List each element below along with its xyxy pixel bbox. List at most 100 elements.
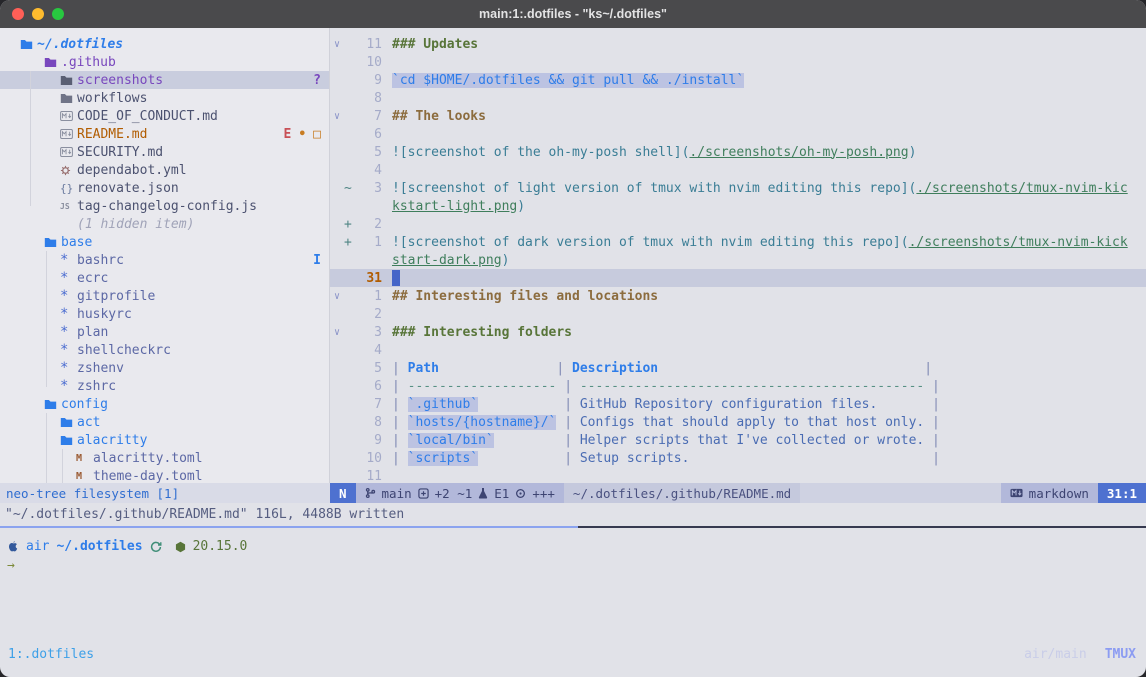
- editor-pane[interactable]: ∨11### Updates109`cd $HOME/.dotfiles && …: [330, 28, 1146, 483]
- tree-item-readme-md[interactable]: README.mdE•□: [0, 125, 329, 143]
- editor-line[interactable]: ∨7## The looks: [330, 107, 1146, 125]
- tree-item-config[interactable]: config: [0, 395, 329, 413]
- diff-icon: [418, 488, 429, 499]
- editor-line[interactable]: 7| `.github` | GitHub Repository configu…: [330, 395, 1146, 413]
- editor-line[interactable]: 10| `scripts` | Setup scripts. |: [330, 449, 1146, 467]
- text-segment-dash: ----------------------------------------…: [580, 379, 924, 394]
- star-icon: *: [60, 270, 77, 286]
- tmux-window-tab[interactable]: 1:.dotfiles: [8, 647, 94, 662]
- line-text: | ------------------- | ----------------…: [392, 379, 940, 394]
- editor-line[interactable]: 4: [330, 161, 1146, 179]
- editor-line-current[interactable]: 31: [330, 269, 1146, 287]
- editor-line[interactable]: 9| `local/bin` | Helper scripts that I'v…: [330, 431, 1146, 449]
- tree-item-renovate-json[interactable]: {}renovate.json: [0, 179, 329, 197]
- neo-tree-sidebar[interactable]: ~/.dotfiles.githubscreenshots?workflowsC…: [0, 28, 330, 483]
- tree-item-label: gitprofile: [77, 289, 155, 304]
- line-text: ### Updates: [392, 37, 478, 52]
- editor-line[interactable]: 6| ------------------- | ---------------…: [330, 377, 1146, 395]
- folder-icon: [44, 237, 61, 248]
- git-sign: ~: [344, 181, 356, 196]
- tree-item-zshrc[interactable]: *zshrc: [0, 377, 329, 395]
- text-segment-pipe: |: [924, 433, 940, 448]
- editor-line[interactable]: 2: [330, 305, 1146, 323]
- refresh-icon: [150, 541, 162, 553]
- tree-item-shellcheckrc[interactable]: *shellcheckrc: [0, 341, 329, 359]
- line-text: ## The looks: [392, 109, 486, 124]
- tree-item-label: plan: [77, 325, 108, 340]
- text-segment-pipe: |: [556, 379, 579, 394]
- tree-item-dependabot-yml[interactable]: dependabot.yml: [0, 161, 329, 179]
- tree-item-act[interactable]: act: [0, 413, 329, 431]
- file-tree: ~/.dotfiles.githubscreenshots?workflowsC…: [0, 35, 329, 483]
- text-segment-cyan: ![screenshot of dark version of tmux wit…: [392, 235, 909, 250]
- editor-line[interactable]: 4: [330, 341, 1146, 359]
- node-version: 20.15.0: [193, 539, 248, 554]
- editor-line[interactable]: 6: [330, 125, 1146, 143]
- line-number: 6: [356, 127, 382, 142]
- editor-line[interactable]: 9`cd $HOME/.dotfiles && git pull && ./in…: [330, 71, 1146, 89]
- text-segment-codecell: `scripts`: [408, 451, 478, 466]
- git-status-badges: I: [313, 253, 329, 268]
- editor-line[interactable]: 5| Path | Description |: [330, 359, 1146, 377]
- folder-icon: [44, 57, 61, 68]
- editor-line[interactable]: 11: [330, 467, 1146, 483]
- text-segment-codecell: `hosts/{hostname}/`: [408, 415, 557, 430]
- shell-pane[interactable]: air ~/.dotfiles 20.15.0 →: [0, 528, 1146, 643]
- editor-line[interactable]: ∨1## Interesting files and locations: [330, 287, 1146, 305]
- editor-line[interactable]: start-dark.png): [330, 251, 1146, 269]
- editor-line[interactable]: ∨11### Updates: [330, 35, 1146, 53]
- tree-item-alacritty-toml[interactable]: Malacritty.toml: [0, 449, 329, 467]
- tree-item-huskyrc[interactable]: *huskyrc: [0, 305, 329, 323]
- editor-line[interactable]: +2: [330, 215, 1146, 233]
- text-segment-cell: Setup scripts.: [580, 451, 690, 466]
- text-segment-pipe: |: [392, 361, 408, 376]
- editor-line[interactable]: 8| `hosts/{hostname}/` | Configs that sh…: [330, 413, 1146, 431]
- tree-item-theme-day-toml[interactable]: Mtheme-day.toml: [0, 467, 329, 483]
- tree-item-security-md[interactable]: SECURITY.md: [0, 143, 329, 161]
- tree-item--1-hidden-item-[interactable]: (1 hidden item): [0, 215, 329, 233]
- text-segment-cyan: ![screenshot of light version of tmux wi…: [392, 181, 916, 196]
- status-badge: E: [284, 127, 292, 142]
- tree-item-label: config: [61, 397, 108, 412]
- tree-item-zshenv[interactable]: *zshenv: [0, 359, 329, 377]
- tree-item-plan[interactable]: *plan: [0, 323, 329, 341]
- tree-guide: [46, 413, 47, 483]
- git-segment: main +2 ~1 E1 +++: [356, 483, 564, 503]
- text-segment-plain: [877, 397, 924, 412]
- tree-item-workflows[interactable]: workflows: [0, 89, 329, 107]
- git-sign: +: [344, 217, 356, 232]
- editor-line[interactable]: +1![screenshot of dark version of tmux w…: [330, 233, 1146, 251]
- editor-line[interactable]: 5![screenshot of the oh-my-posh shell](.…: [330, 143, 1146, 161]
- filename-segment: ~/.dotfiles/.github/README.md: [564, 483, 800, 503]
- line-number: 7: [356, 397, 382, 412]
- tree-item-gitprofile[interactable]: *gitprofile: [0, 287, 329, 305]
- editor-line[interactable]: ~3![screenshot of light version of tmux …: [330, 179, 1146, 197]
- tree-item-base[interactable]: base: [0, 233, 329, 251]
- tree-item-code-of-conduct-md[interactable]: CODE_OF_CONDUCT.md: [0, 107, 329, 125]
- star-icon: *: [60, 252, 77, 268]
- folder-icon: [20, 39, 37, 50]
- tree-item-screenshots[interactable]: screenshots?: [0, 71, 329, 89]
- tree-item--github[interactable]: .github: [0, 53, 329, 71]
- tree-item-alacritty[interactable]: alacritty: [0, 431, 329, 449]
- star-icon: *: [60, 360, 77, 376]
- text-segment-plain: [658, 361, 916, 376]
- tree-item-tag-changelog-config-js[interactable]: JStag-changelog-config.js: [0, 197, 329, 215]
- text-segment-pipe: |: [556, 397, 579, 412]
- editor-line[interactable]: 10: [330, 53, 1146, 71]
- editor-line[interactable]: ∨3### Interesting folders: [330, 323, 1146, 341]
- line-number: 4: [356, 163, 382, 178]
- tree-item-label: alacritty.toml: [93, 451, 203, 466]
- editor-line[interactable]: kstart-light.png): [330, 197, 1146, 215]
- folder-icon: [44, 399, 61, 410]
- text-segment-pipe: |: [392, 451, 408, 466]
- editor-line[interactable]: 8: [330, 89, 1146, 107]
- prompt-host: air: [26, 539, 49, 554]
- tree-item-ecrc[interactable]: *ecrc: [0, 269, 329, 287]
- tree-item--dotfiles[interactable]: ~/.dotfiles: [0, 35, 329, 53]
- text-segment-link: start-dark.png: [392, 253, 502, 268]
- tree-item-bashrc[interactable]: *bashrcI: [0, 251, 329, 269]
- star-icon: *: [60, 378, 77, 394]
- filetype-segment: markdown: [1001, 483, 1098, 503]
- text-segment-plain: [478, 451, 556, 466]
